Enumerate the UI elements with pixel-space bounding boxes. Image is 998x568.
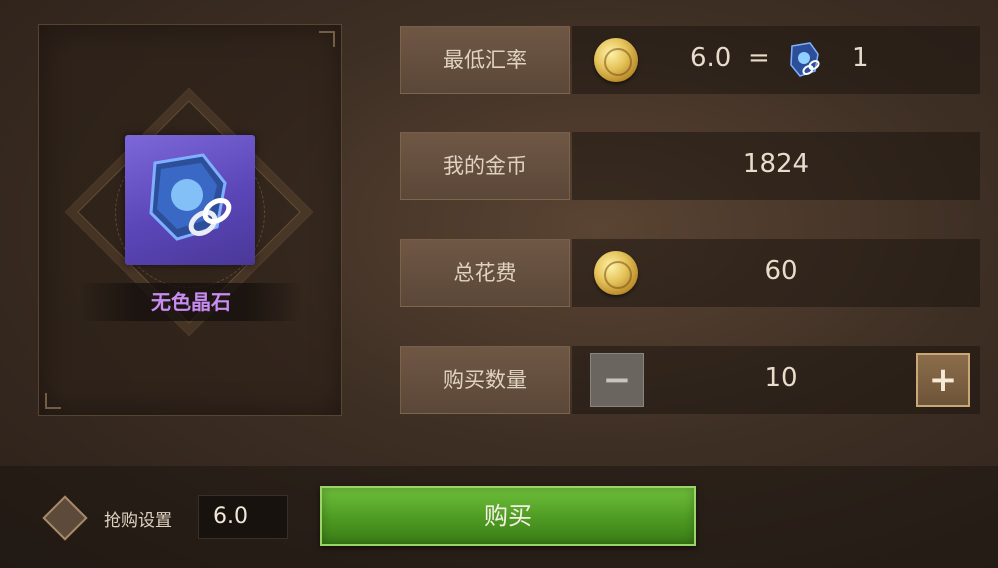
my-gold-value-area: 1824: [572, 132, 980, 200]
exchange-rate-label: 最低汇率: [400, 26, 570, 94]
exchange-rate-row: 最低汇率 6.0 = 1: [400, 26, 980, 94]
total-cost-value-area: 60: [572, 239, 980, 307]
colorless-crystal-icon: [786, 40, 822, 80]
colorless-crystal-icon: [125, 135, 255, 265]
flash-purchase-rate-input[interactable]: 6.0: [198, 495, 288, 539]
gold-coin-icon: [594, 38, 638, 82]
exchange-coin-amount: 6.0: [690, 43, 732, 73]
quantity-stepper: − 10 +: [572, 346, 980, 414]
increase-quantity-button[interactable]: +: [916, 353, 970, 407]
quantity-row: 购买数量 − 10 +: [400, 346, 980, 414]
my-gold-label: 我的金币: [400, 132, 570, 200]
exchange-crystal-amount: 1: [852, 43, 869, 73]
item-panel: 无色晶石: [38, 24, 342, 416]
my-gold-value: 1824: [742, 149, 810, 179]
panel-corner-ornament: [45, 393, 61, 409]
total-cost-label: 总花费: [400, 239, 570, 307]
item-name: 无色晶石: [151, 290, 231, 314]
my-gold-row: 我的金币 1824: [400, 132, 980, 200]
total-cost-value: 60: [764, 256, 798, 286]
total-cost-row: 总花费 60: [400, 239, 980, 307]
flash-purchase-setting-label: 抢购设置: [104, 511, 172, 531]
equals-sign: =: [748, 43, 770, 73]
exchange-rate-value-area: 6.0 = 1: [572, 26, 980, 94]
buy-button[interactable]: 购买: [320, 486, 696, 546]
quantity-label: 购买数量: [400, 346, 570, 414]
panel-corner-ornament: [319, 31, 335, 47]
